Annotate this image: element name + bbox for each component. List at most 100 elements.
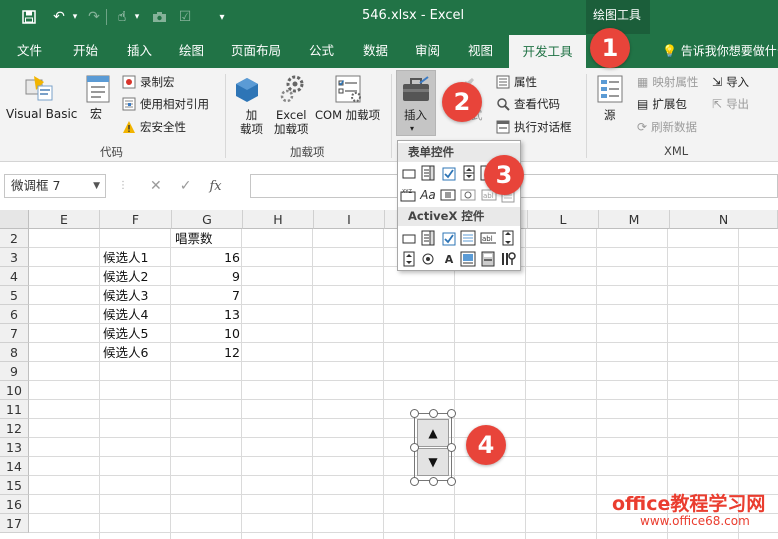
tab-view[interactable]: 视图 — [468, 34, 493, 68]
macros-icon[interactable] — [85, 74, 113, 107]
camera-icon[interactable] — [148, 6, 170, 28]
record-macro-button[interactable]: 录制宏 — [122, 73, 175, 91]
row-header-16[interactable]: 16 — [0, 495, 29, 514]
insert-function-icon[interactable]: fx — [209, 179, 221, 194]
checkbox-control-icon[interactable] — [441, 166, 457, 182]
excel-addins-gear-icon[interactable] — [279, 74, 307, 107]
customize-qat-icon[interactable]: ▾ — [215, 6, 229, 28]
row-header-17[interactable]: 17 — [0, 514, 29, 533]
row-header-6[interactable]: 6 — [0, 305, 29, 324]
export-button[interactable]: ⇱ 导出 — [712, 95, 749, 113]
label-control-icon[interactable]: Aa — [420, 187, 436, 203]
row-header-7[interactable]: 7 — [0, 324, 29, 343]
tab-home[interactable]: 开始 — [73, 34, 98, 68]
option-button-control-icon[interactable] — [460, 187, 476, 203]
activex-option-button-icon[interactable] — [420, 251, 436, 267]
activex-list-box-icon[interactable] — [460, 230, 476, 246]
import-button[interactable]: ⇲ 导入 — [712, 73, 749, 91]
addins-icon[interactable] — [234, 76, 260, 107]
row-header-12[interactable]: 12 — [0, 419, 29, 438]
checkbox-icon[interactable]: ☑ — [175, 6, 195, 28]
cell-vote-count[interactable]: 12 — [172, 343, 243, 362]
macro-security-button[interactable]: 宏安全性 — [122, 118, 186, 136]
map-properties-button[interactable]: ▦ 映射属性 — [637, 73, 698, 91]
resize-handle[interactable] — [447, 477, 456, 486]
cell-candidate-name[interactable]: 候选人4 — [100, 305, 171, 324]
addins-button[interactable]: 加 载项 — [240, 108, 263, 136]
name-box[interactable]: 微调框 7 ▼ — [4, 174, 106, 198]
macros-button[interactable]: 宏 — [90, 107, 102, 121]
cell-vote-count[interactable]: 9 — [172, 267, 243, 286]
activex-button-icon[interactable] — [401, 231, 417, 247]
tab-developer[interactable]: 开发工具 — [509, 35, 586, 68]
visual-basic-button[interactable]: Visual Basic — [6, 107, 77, 121]
row-header-10[interactable]: 10 — [0, 381, 29, 400]
cell-g2-header[interactable]: 唱票数 — [172, 229, 243, 248]
cell-candidate-name[interactable]: 候选人1 — [100, 248, 171, 267]
more-controls-icon[interactable] — [500, 251, 516, 267]
spinner-down-button[interactable]: ▼ — [417, 448, 449, 476]
cell-vote-count[interactable]: 10 — [172, 324, 243, 343]
activex-spin-button-icon[interactable] — [401, 251, 417, 267]
cancel-icon[interactable]: ✕ — [150, 178, 162, 194]
view-code-button[interactable]: 查看代码 — [496, 95, 560, 113]
select-all-corner[interactable] — [0, 210, 29, 229]
row-header-11[interactable]: 11 — [0, 400, 29, 419]
resize-handle[interactable] — [410, 477, 419, 486]
run-dialog-button[interactable]: 执行对话框 — [496, 118, 572, 136]
excel-addins-button[interactable]: Excel 加载项 — [274, 108, 309, 136]
activex-combo-box-icon[interactable] — [420, 230, 436, 246]
tab-draw[interactable]: 绘图 — [179, 34, 204, 68]
spin-button-control-icon[interactable] — [461, 165, 477, 181]
tell-me-search[interactable]: 💡 告诉我你想要做什么 — [662, 34, 778, 68]
resize-handle[interactable] — [447, 409, 456, 418]
tab-page-layout[interactable]: 页面布局 — [231, 34, 281, 68]
cell-candidate-name[interactable]: 候选人3 — [100, 286, 171, 305]
tab-file[interactable]: 文件 — [17, 34, 42, 68]
cell-vote-count[interactable]: 13 — [172, 305, 243, 324]
row-header-14[interactable]: 14 — [0, 457, 29, 476]
touch-mode-icon[interactable]: ☝ — [112, 6, 132, 28]
resize-handle[interactable] — [429, 409, 438, 418]
column-header-m[interactable]: M — [599, 210, 670, 229]
toolbox-icon[interactable] — [401, 76, 431, 107]
activex-label-icon[interactable]: A — [441, 251, 457, 267]
tab-insert[interactable]: 插入 — [127, 34, 152, 68]
scroll-bar-control-icon[interactable] — [440, 187, 456, 203]
touch-dropdown-icon[interactable]: ▾ — [132, 6, 142, 28]
tab-data[interactable]: 数据 — [363, 34, 388, 68]
column-header-h[interactable]: H — [243, 210, 314, 229]
resize-handle[interactable] — [410, 409, 419, 418]
button-control-icon[interactable] — [401, 166, 417, 182]
tab-formulas[interactable]: 公式 — [309, 34, 334, 68]
tab-review[interactable]: 审阅 — [415, 34, 440, 68]
column-header-e[interactable]: E — [29, 210, 100, 229]
row-header-8[interactable]: 8 — [0, 343, 29, 362]
enter-icon[interactable]: ✓ — [180, 178, 192, 194]
refresh-data-button[interactable]: ⟳ 刷新数据 — [637, 118, 697, 136]
relative-reference-button[interactable]: 使用相对引用 — [122, 95, 209, 113]
resize-handle-icon[interactable]: ⋮ — [118, 180, 128, 191]
resize-handle[interactable] — [447, 443, 456, 452]
expansion-packs-button[interactable]: ▤ 扩展包 — [637, 95, 687, 113]
properties-button[interactable]: 属性 — [496, 73, 537, 91]
resize-handle[interactable] — [410, 443, 419, 452]
undo-dropdown-icon[interactable]: ▾ — [70, 6, 80, 28]
column-header-n[interactable]: N — [670, 210, 778, 229]
column-header-g[interactable]: G — [172, 210, 243, 229]
cell-candidate-name[interactable]: 候选人5 — [100, 324, 171, 343]
row-header-5[interactable]: 5 — [0, 286, 29, 305]
activex-checkbox-icon[interactable] — [441, 231, 457, 247]
name-box-dropdown-icon[interactable]: ▼ — [93, 175, 100, 197]
visual-basic-icon[interactable] — [24, 74, 56, 107]
row-header-2[interactable]: 2 — [0, 229, 29, 248]
column-header-f[interactable]: F — [100, 210, 172, 229]
combo-box-control-icon[interactable] — [420, 165, 436, 181]
undo-icon[interactable]: ↶ — [48, 6, 70, 28]
insert-dropdown-icon[interactable]: ▾ — [410, 122, 414, 136]
row-header-13[interactable]: 13 — [0, 438, 29, 457]
activex-image-icon[interactable] — [460, 251, 476, 267]
save-icon[interactable] — [18, 6, 40, 28]
cell-candidate-name[interactable]: 候选人6 — [100, 343, 171, 362]
com-addins-icon[interactable] — [334, 74, 364, 107]
